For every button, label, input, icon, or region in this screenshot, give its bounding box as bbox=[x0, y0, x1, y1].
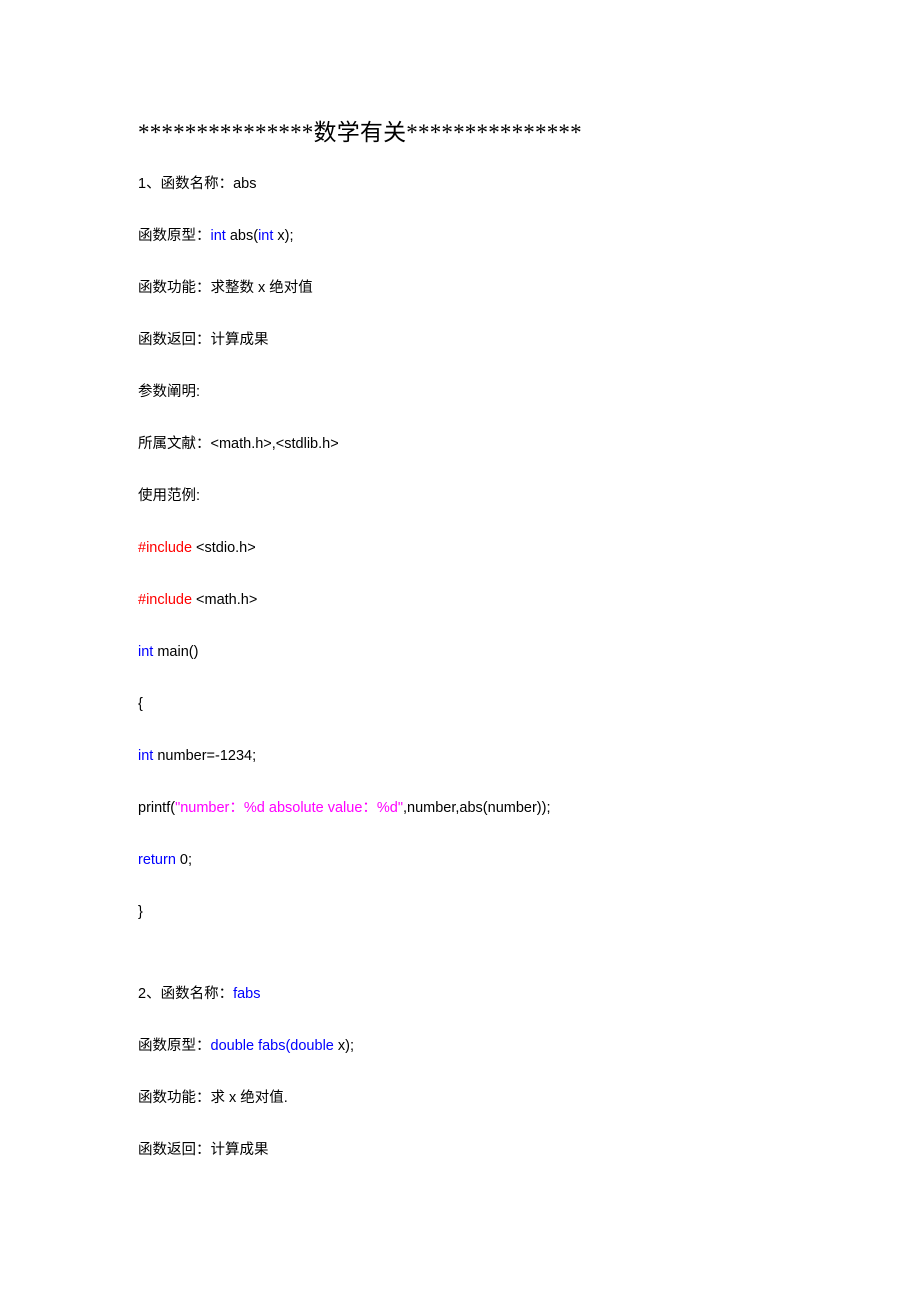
line-segment: x); bbox=[333, 1038, 354, 1054]
document-line: 2、函数名称：fabs bbox=[138, 984, 798, 1004]
line-segment: 函数返回：计算成果 bbox=[138, 1142, 269, 1158]
document-page: ***************数学有关*************** 1、函数名… bbox=[0, 0, 920, 1302]
line-segment: #include bbox=[138, 540, 193, 556]
line-segment: int bbox=[138, 644, 154, 660]
line-segment: 函数原型： bbox=[138, 228, 211, 244]
line-segment: 函数原型： bbox=[138, 1038, 211, 1054]
line-segment: 1、函数名称：abs bbox=[138, 176, 257, 192]
line-segment: 函数返回：计算成果 bbox=[138, 332, 269, 348]
line-segment: ,number,abs(number)); bbox=[403, 800, 551, 816]
document-line: 函数返回：计算成果 bbox=[138, 1140, 798, 1160]
document-line: 函数原型：double fabs(double x); bbox=[138, 1036, 798, 1056]
document-line: return 0; bbox=[138, 850, 798, 870]
document-line: #include <math.h> bbox=[138, 590, 798, 610]
line-segment: } bbox=[138, 904, 143, 920]
page-title: ***************数学有关*************** bbox=[138, 120, 582, 145]
line-segment: <stdio.h> bbox=[192, 540, 256, 556]
document-line: 参数阐明: bbox=[138, 382, 798, 402]
document-line: 使用范例: bbox=[138, 486, 798, 506]
document-lines: 1、函数名称：abs 函数原型：int abs(int x); 函数功能：求整数 x… bbox=[138, 174, 798, 1160]
line-segment: abs( bbox=[225, 228, 259, 244]
line-segment: int bbox=[258, 228, 274, 244]
document-line: 所属文献：<math.h>,<stdlib.h> bbox=[138, 434, 798, 454]
line-segment: printf( bbox=[138, 800, 176, 816]
line-segment: main() bbox=[153, 644, 199, 660]
line-segment: 所属文献：<math.h>,<stdlib.h> bbox=[138, 436, 339, 452]
line-segment: double fabs(double bbox=[210, 1038, 334, 1054]
line-segment: <math.h> bbox=[192, 592, 258, 608]
line-segment: 函数功能：求 x 绝对值. bbox=[138, 1090, 288, 1106]
document-line: int number=-1234; bbox=[138, 746, 798, 766]
line-segment: #include bbox=[138, 592, 193, 608]
line-segment: x); bbox=[273, 228, 294, 244]
line-segment: return bbox=[138, 852, 176, 868]
document-line: } bbox=[138, 902, 798, 922]
document-line: 1、函数名称：abs bbox=[138, 174, 798, 194]
line-segment: fabs bbox=[233, 986, 261, 1002]
line-segment: int bbox=[210, 228, 226, 244]
document-body: ***************数学有关*************** 1、函数名… bbox=[138, 118, 798, 1192]
line-segment: number=-1234; bbox=[153, 748, 257, 764]
line-segment: 使用范例: bbox=[138, 488, 201, 504]
line-segment: 参数阐明: bbox=[138, 384, 201, 400]
line-segment: 函数功能：求整数 x 绝对值 bbox=[138, 280, 313, 296]
document-line: 函数返回：计算成果 bbox=[138, 330, 798, 350]
line-segment: int bbox=[138, 748, 154, 764]
line-segment: 0; bbox=[175, 852, 193, 868]
document-line: 函数功能：求 x 绝对值. bbox=[138, 1088, 798, 1108]
document-line: 函数原型：int abs(int x); bbox=[138, 226, 798, 246]
document-line: #include <stdio.h> bbox=[138, 538, 798, 558]
document-line: { bbox=[138, 694, 798, 714]
document-line: printf("number：%d absolute value：%d",num… bbox=[138, 798, 798, 818]
line-segment: "number：%d absolute value：%d" bbox=[175, 800, 403, 816]
document-line: 函数功能：求整数 x 绝对值 bbox=[138, 278, 798, 298]
document-line: int main() bbox=[138, 642, 798, 662]
line-segment: { bbox=[138, 696, 143, 712]
line-segment: 2、函数名称： bbox=[138, 986, 234, 1002]
